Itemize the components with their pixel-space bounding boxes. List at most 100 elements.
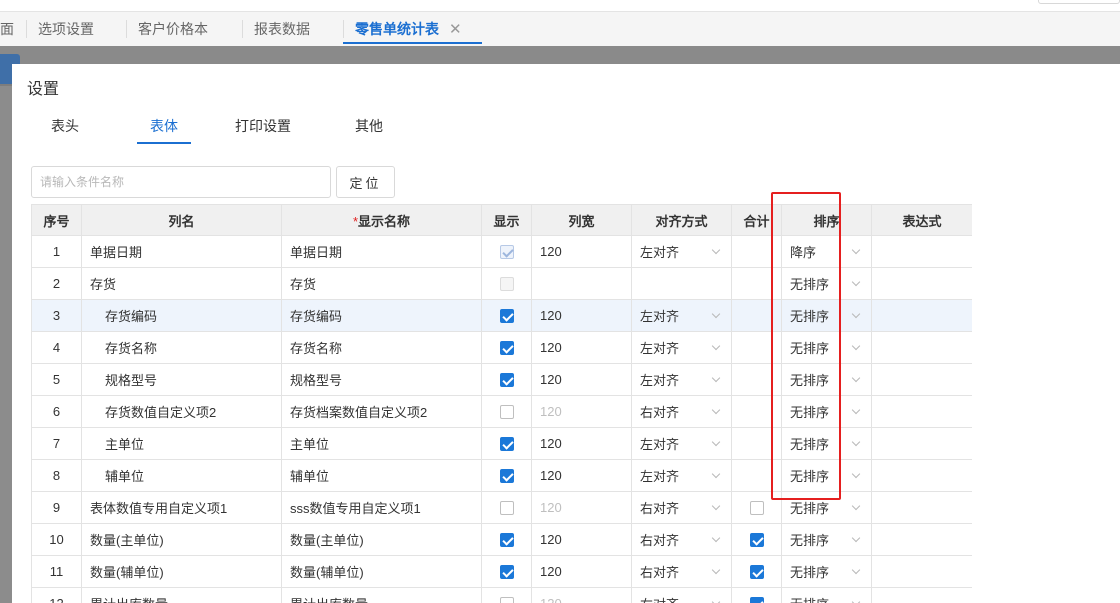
- cell-width[interactable]: 120: [531, 459, 632, 492]
- show-checkbox[interactable]: [499, 469, 514, 484]
- cell-sort-select[interactable]: 无排序: [781, 395, 872, 428]
- show-checkbox[interactable]: [499, 341, 514, 356]
- show-checkbox[interactable]: [499, 597, 514, 603]
- cell-align-select[interactable]: 左对齐: [631, 363, 732, 396]
- table-row[interactable]: 11 数量(辅单位) 数量(辅单位) 120 右对齐 无排序: [31, 555, 972, 588]
- cell-sort-select[interactable]: 无排序: [781, 523, 872, 556]
- cell-sort-select[interactable]: 无排序: [781, 587, 872, 603]
- cell-sum[interactable]: [731, 363, 782, 396]
- cell-sort-select[interactable]: 无排序: [781, 299, 872, 332]
- cell-width[interactable]: 120: [531, 587, 632, 603]
- cell-sum[interactable]: [731, 235, 782, 268]
- cell-sort-select[interactable]: 无排序: [781, 427, 872, 460]
- cell-sum[interactable]: [731, 331, 782, 364]
- cell-align-select[interactable]: 右对齐: [631, 491, 732, 524]
- cell-sum[interactable]: [731, 299, 782, 332]
- show-checkbox[interactable]: [499, 373, 514, 388]
- tab-body[interactable]: 表体: [137, 112, 191, 144]
- cell-sort-select[interactable]: 无排序: [781, 555, 872, 588]
- close-icon[interactable]: ✕: [449, 21, 462, 38]
- cell-show[interactable]: [481, 299, 532, 332]
- cell-display-name[interactable]: 数量(辅单位): [281, 555, 482, 588]
- cell-display-name[interactable]: sss数值专用自定义项1: [281, 491, 482, 524]
- cell-sort-select[interactable]: 无排序: [781, 459, 872, 492]
- cell-expression[interactable]: [871, 491, 972, 524]
- cell-display-name[interactable]: 存货档案数值自定义项2: [281, 395, 482, 428]
- cell-show[interactable]: [481, 395, 532, 428]
- cell-display-name[interactable]: 存货名称: [281, 331, 482, 364]
- tab-print-settings[interactable]: 打印设置: [233, 112, 293, 144]
- cell-show[interactable]: [481, 363, 532, 396]
- cell-sort-select[interactable]: 降序: [781, 235, 872, 268]
- cell-sort-select[interactable]: 无排序: [781, 363, 872, 396]
- table-row[interactable]: 10 数量(主单位) 数量(主单位) 120 右对齐 无排序: [31, 523, 972, 556]
- cell-sum[interactable]: [731, 459, 782, 492]
- cell-width[interactable]: 120: [531, 427, 632, 460]
- cell-show[interactable]: [481, 427, 532, 460]
- cell-expression[interactable]: [871, 363, 972, 396]
- table-row[interactable]: 4 存货名称 存货名称 120 左对齐 无排序: [31, 331, 972, 364]
- cell-sum[interactable]: [731, 523, 782, 556]
- cell-width[interactable]: 120: [531, 491, 632, 524]
- cell-expression[interactable]: [871, 523, 972, 556]
- show-checkbox[interactable]: [499, 501, 514, 516]
- cell-width[interactable]: 120: [531, 363, 632, 396]
- cell-align-select[interactable]: 左对齐: [631, 299, 732, 332]
- cell-show[interactable]: [481, 267, 532, 300]
- cell-align-select[interactable]: 左对齐: [631, 459, 732, 492]
- cell-expression[interactable]: [871, 395, 972, 428]
- table-row[interactable]: 12累计出库数量累计出库数量120右对齐无排序: [31, 587, 972, 603]
- sum-checkbox[interactable]: [749, 501, 764, 516]
- table-row[interactable]: 6 存货数值自定义项2 存货档案数值自定义项2 120 右对齐 无排序: [31, 395, 972, 428]
- tab-options[interactable]: 选项设置: [38, 12, 94, 46]
- cell-width[interactable]: 120: [531, 555, 632, 588]
- condition-search-input[interactable]: [31, 166, 331, 198]
- cell-width[interactable]: 120: [531, 299, 632, 332]
- table-row[interactable]: 9 表体数值专用自定义项1 sss数值专用自定义项1 120 右对齐 无排序: [31, 491, 972, 524]
- show-checkbox[interactable]: [499, 309, 514, 324]
- cell-align-select[interactable]: 右对齐: [631, 523, 732, 556]
- cell-display-name[interactable]: 存货编码: [281, 299, 482, 332]
- cell-expression[interactable]: [871, 459, 972, 492]
- tab-report-data[interactable]: 报表数据: [254, 12, 310, 46]
- cell-show[interactable]: [481, 491, 532, 524]
- cell-expression[interactable]: [871, 587, 972, 603]
- cell-sum[interactable]: [731, 555, 782, 588]
- cell-show[interactable]: [481, 555, 532, 588]
- cell-display-name[interactable]: 累计出库数量: [281, 587, 482, 603]
- tab-header[interactable]: 表头: [50, 112, 80, 144]
- cell-width[interactable]: 120: [531, 395, 632, 428]
- tab-customer-price[interactable]: 客户价格本: [138, 12, 208, 46]
- cell-sum[interactable]: [731, 267, 782, 300]
- cell-align-select[interactable]: 右对齐: [631, 555, 732, 588]
- cell-sort-select[interactable]: 无排序: [781, 331, 872, 364]
- cell-display-name[interactable]: 主单位: [281, 427, 482, 460]
- cell-align-select[interactable]: 右对齐: [631, 395, 732, 428]
- cell-sum[interactable]: [731, 427, 782, 460]
- table-row[interactable]: 8 辅单位 辅单位 120 左对齐 无排序: [31, 459, 972, 492]
- cell-display-name[interactable]: 规格型号: [281, 363, 482, 396]
- sum-checkbox[interactable]: [749, 565, 764, 580]
- show-checkbox[interactable]: [499, 405, 514, 420]
- cell-width[interactable]: 120: [531, 331, 632, 364]
- tab-retail-stats[interactable]: 零售单统计表 ✕: [343, 12, 482, 46]
- locate-button[interactable]: 定位: [336, 166, 395, 198]
- table-row[interactable]: 1 单据日期 单据日期 120 左对齐 降序: [31, 235, 972, 268]
- sum-checkbox[interactable]: [749, 597, 764, 603]
- cell-show[interactable]: [481, 459, 532, 492]
- cell-width[interactable]: [531, 267, 632, 300]
- cell-align-select[interactable]: 左对齐: [631, 235, 732, 268]
- cell-expression[interactable]: [871, 299, 972, 332]
- cell-sort-select[interactable]: 无排序: [781, 491, 872, 524]
- cell-align-select[interactable]: 右对齐: [631, 587, 732, 603]
- cell-display-name[interactable]: 存货: [281, 267, 482, 300]
- tab-other[interactable]: 其他: [353, 112, 385, 144]
- cell-width[interactable]: 120: [531, 235, 632, 268]
- cell-show[interactable]: [481, 331, 532, 364]
- cell-show[interactable]: [481, 523, 532, 556]
- cell-display-name[interactable]: 数量(主单位): [281, 523, 482, 556]
- cell-sum[interactable]: [731, 587, 782, 603]
- table-row[interactable]: 7 主单位 主单位 120 左对齐 无排序: [31, 427, 972, 460]
- cell-show[interactable]: [481, 587, 532, 603]
- cell-display-name[interactable]: 辅单位: [281, 459, 482, 492]
